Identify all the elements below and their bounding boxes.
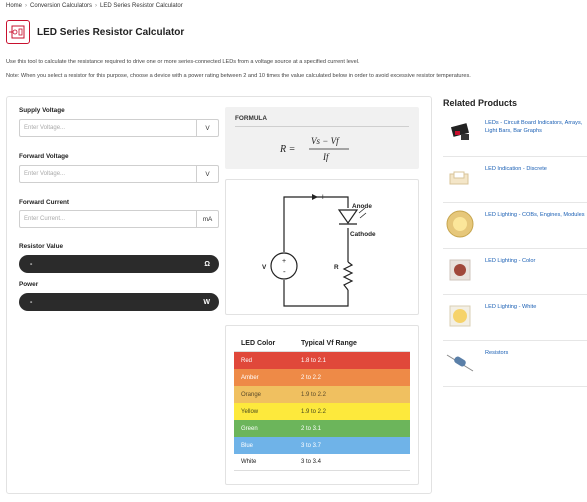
table-row: Red 1.8 to 2.1 <box>234 352 410 369</box>
breadcrumb-current: LED Series Resistor Calculator <box>100 3 183 9</box>
breadcrumb-category[interactable]: Conversion Calculators <box>30 3 92 9</box>
resistor-value: - <box>30 260 33 268</box>
led-color-cell: Red <box>241 357 253 364</box>
formula-equation: R = Vs − Vf If <box>279 136 349 162</box>
cathode-label: Cathode <box>350 231 376 238</box>
related-product-link[interactable]: LEDs - Circuit Board Indicators, Arrays,… <box>485 120 587 156</box>
forward-voltage-label: Forward Voltage <box>19 153 69 160</box>
led-range-cell: 1.9 to 2.2 <box>301 391 327 398</box>
related-product-item[interactable]: Resistors <box>443 342 587 387</box>
minus-label: - <box>283 267 286 276</box>
column-header-range: Typical Vf Range <box>301 340 357 347</box>
resistor-unit: Ω <box>204 260 210 268</box>
related-product-link[interactable]: LED Lighting - COBs, Engines, Modules <box>485 212 585 248</box>
formula-divider <box>235 126 409 127</box>
column-header-color: LED Color <box>241 340 276 347</box>
formula-panel: FORMULA R = Vs − Vf If <box>225 107 419 169</box>
breadcrumb-home[interactable]: Home <box>6 3 22 9</box>
cob-led-icon <box>443 204 477 244</box>
led-array-icon <box>443 112 477 152</box>
led-color-table-panel: LED Color Typical Vf Range Red 1.8 to 2.… <box>225 325 419 485</box>
related-product-item[interactable]: LED Lighting - COBs, Engines, Modules <box>443 204 587 249</box>
resistor-symbol-icon <box>342 261 354 291</box>
forward-current-field[interactable]: Enter Current... mA <box>19 210 219 228</box>
related-products-heading: Related Products <box>443 98 518 108</box>
table-row: White 3 to 3.4 <box>234 454 410 471</box>
formula-lhs: R = <box>279 144 295 155</box>
circuit-diagram: I Anode Cathode + - V R <box>262 194 376 307</box>
anode-label: Anode <box>352 203 372 210</box>
intro-text: Use this tool to calculate the resistanc… <box>6 59 360 65</box>
power-value: - <box>30 298 33 306</box>
breadcrumb-separator: › <box>25 3 28 9</box>
supply-voltage-field[interactable]: Enter Voltage... V <box>19 119 219 137</box>
led-range-cell: 3 to 3.4 <box>301 459 322 465</box>
supply-voltage-label: Supply Voltage <box>19 107 65 114</box>
calculator-card: Supply Voltage Enter Voltage... V Forwar… <box>6 96 432 494</box>
led-diode-icon <box>337 209 359 225</box>
page-header: LED Series Resistor Calculator <box>6 20 184 44</box>
led-range-cell: 2 to 2.2 <box>301 374 322 381</box>
power-label: Power <box>19 281 39 288</box>
led-color-cell: Blue <box>241 442 254 449</box>
plus-label: + <box>282 258 286 265</box>
related-product-link[interactable]: LED Lighting - Color <box>485 258 535 294</box>
formula-heading: FORMULA <box>235 115 267 122</box>
led-color-cell: Orange <box>241 391 262 398</box>
resistor-label: R <box>334 264 339 271</box>
table-row: Orange 1.9 to 2.2 <box>234 386 410 403</box>
related-product-item[interactable]: LED Indication - Discrete <box>443 158 587 203</box>
power-result: - W <box>19 293 219 311</box>
led-color-cell: White <box>241 459 257 465</box>
note-text: Note: When you select a resistor for thi… <box>6 73 471 79</box>
related-product-link[interactable]: LED Lighting - White <box>485 304 536 340</box>
related-product-item[interactable]: LED Lighting - Color <box>443 250 587 295</box>
supply-voltage-unit: V <box>196 120 218 136</box>
led-color-cell: Amber <box>241 374 259 381</box>
led-range-cell: 3 to 3.7 <box>301 442 322 449</box>
forward-voltage-input[interactable]: Enter Voltage... <box>20 166 196 182</box>
formula-numerator: Vs − Vf <box>311 136 340 146</box>
circuit-calculator-icon <box>6 20 30 44</box>
power-unit: W <box>203 298 210 306</box>
table-row: Yellow 1.9 to 2.2 <box>234 403 410 420</box>
formula-denominator: If <box>322 152 330 162</box>
forward-current-unit: mA <box>196 211 218 227</box>
supply-voltage-input[interactable]: Enter Voltage... <box>20 120 196 136</box>
color-led-icon <box>443 250 477 290</box>
page-title: LED Series Resistor Calculator <box>37 26 185 38</box>
table-header-row: LED Color Typical Vf Range <box>234 336 410 352</box>
voltage-label: V <box>262 264 267 271</box>
led-color-cell: Green <box>241 425 258 432</box>
led-color-table: LED Color Typical Vf Range Red 1.8 to 2.… <box>234 336 410 471</box>
breadcrumb: Home › Conversion Calculators › LED Seri… <box>6 3 183 9</box>
related-product-item[interactable]: LED Lighting - White <box>443 296 587 341</box>
discrete-led-icon <box>443 158 477 198</box>
forward-current-input[interactable]: Enter Current... <box>20 211 196 227</box>
table-row: Green 2 to 3.1 <box>234 420 410 437</box>
forward-voltage-field[interactable]: Enter Voltage... V <box>19 165 219 183</box>
circuit-diagram-panel: I Anode Cathode + - V R <box>225 179 419 315</box>
breadcrumb-separator: › <box>95 3 98 9</box>
resistor-value-label: Resistor Value <box>19 243 64 250</box>
forward-voltage-unit: V <box>196 166 218 182</box>
related-product-link[interactable]: Resistors <box>485 350 508 386</box>
current-arrow-icon <box>312 194 318 200</box>
related-product-link[interactable]: LED Indication - Discrete <box>485 166 547 202</box>
current-label: I <box>322 195 324 201</box>
resistor-value-result: - Ω <box>19 255 219 273</box>
table-row: Blue 3 to 3.7 <box>234 437 410 454</box>
led-range-cell: 1.9 to 2.2 <box>301 408 327 415</box>
table-row: Amber 2 to 2.2 <box>234 369 410 386</box>
led-range-cell: 1.8 to 2.1 <box>301 357 327 364</box>
led-range-cell: 2 to 3.1 <box>301 425 322 432</box>
white-led-icon <box>443 296 477 336</box>
resistor-icon <box>443 342 477 382</box>
related-product-item[interactable]: LEDs - Circuit Board Indicators, Arrays,… <box>443 112 587 157</box>
forward-current-label: Forward Current <box>19 199 70 206</box>
led-color-cell: Yellow <box>241 408 259 415</box>
